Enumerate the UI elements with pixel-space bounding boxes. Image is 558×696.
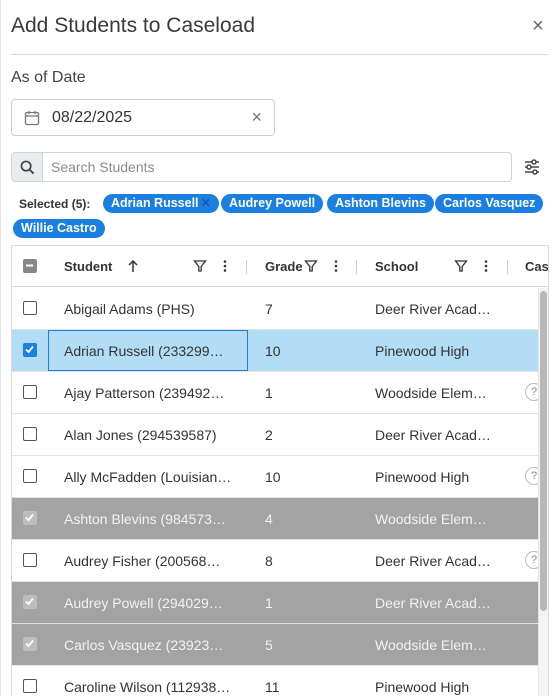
row-checkbox[interactable]	[23, 385, 37, 399]
select-all-checkbox[interactable]	[23, 259, 37, 273]
grid-header: Student Grade School Cas	[12, 246, 548, 287]
chip-label: Adrian Russell	[111, 196, 199, 210]
table-row[interactable]: Audrey Fisher (200568… 8 Deer River Acad…?	[12, 540, 548, 582]
table-row[interactable]: Alan Jones (294539587) 2 Deer River Acad…	[12, 414, 548, 456]
table-row[interactable]: Adrian Russell (233299… 10 Pinewood High	[12, 330, 548, 372]
cell-school: Pinewood High	[375, 469, 470, 485]
cell-grade: 1	[265, 595, 273, 611]
column-header-school[interactable]: School	[375, 259, 418, 274]
cell-school: Woodside Elem…	[375, 637, 487, 653]
column-menu-icon[interactable]	[479, 259, 493, 273]
as-of-date-field[interactable]: 08/22/2025 ×	[11, 99, 275, 136]
row-checkbox	[23, 595, 37, 609]
cell-school: Woodside Elem…	[375, 511, 487, 527]
row-checkbox[interactable]	[23, 553, 37, 567]
cell-student: Alan Jones (294539587)	[64, 427, 217, 443]
column-menu-icon[interactable]	[218, 259, 232, 273]
column-header-student[interactable]: Student	[64, 259, 112, 274]
selected-count-label: Selected (5):	[19, 197, 91, 211]
scrollbar-thumb[interactable]	[540, 291, 547, 611]
vertical-scrollbar[interactable]	[538, 288, 548, 696]
cell-school: Pinewood High	[375, 343, 470, 359]
cell-grade: 11	[265, 679, 280, 695]
clear-date-icon[interactable]: ×	[251, 107, 262, 128]
cell-school: Deer River Acad…	[375, 301, 491, 317]
cell-school: Deer River Acad…	[375, 553, 491, 569]
cell-focus-outline	[48, 330, 248, 371]
search-button[interactable]	[11, 152, 43, 182]
selected-chip[interactable]: Audrey Powell	[221, 194, 324, 213]
row-checkbox	[23, 637, 37, 651]
cell-student: Ashton Blevins (984573…	[64, 511, 226, 527]
chip-remove-icon[interactable]: ✕	[201, 196, 211, 211]
cell-grade: 10	[265, 469, 281, 485]
row-checkbox[interactable]	[23, 301, 37, 315]
table-row[interactable]: Abigail Adams (PHS) 7 Deer River Acad…	[12, 288, 548, 330]
filter-icon[interactable]	[304, 259, 318, 273]
column-separator[interactable]	[246, 260, 247, 274]
cell-student: Caroline Wilson (112938…	[64, 679, 231, 695]
sort-ascending-icon[interactable]	[126, 259, 140, 273]
table-row[interactable]: Audrey Powell (294029… 1 Deer River Acad…	[12, 582, 548, 624]
table-row[interactable]: Carlos Vasquez (23923… 5 Woodside Elem…	[12, 624, 548, 666]
as-of-date-label: As of Date	[11, 69, 86, 86]
title-divider	[11, 54, 548, 55]
calendar-icon[interactable]	[24, 110, 40, 126]
table-row[interactable]: Ashton Blevins (984573… 4 Woodside Elem…	[12, 498, 548, 540]
row-checkbox[interactable]	[23, 679, 37, 693]
column-separator[interactable]	[507, 260, 508, 274]
cell-school: Deer River Acad…	[375, 595, 491, 611]
cell-grade: 1	[265, 385, 273, 401]
cell-student: Ajay Patterson (239492…	[64, 385, 225, 401]
search-input[interactable]	[42, 152, 512, 182]
filter-icon[interactable]	[454, 259, 468, 273]
cell-student: Ally McFadden (Louisian…	[64, 469, 232, 485]
search-icon	[20, 160, 35, 175]
cell-student: Audrey Powell (294029…	[64, 595, 223, 611]
cell-student: Carlos Vasquez (23923…	[64, 637, 224, 653]
selected-chip[interactable]: Ashton Blevins	[327, 194, 434, 213]
students-grid: Student Grade School Cas Abigail Adams (…	[11, 245, 549, 696]
dialog-title: Add Students to Caseload	[11, 14, 256, 37]
cell-grade: 7	[265, 301, 273, 317]
cell-grade: 8	[265, 553, 273, 569]
table-row[interactable]: Ajay Patterson (239492… 1 Woodside Elem…?	[12, 372, 548, 414]
cell-student: Audrey Fisher (200568…	[64, 553, 221, 569]
as-of-date-value[interactable]: 08/22/2025	[52, 109, 132, 127]
column-menu-icon[interactable]	[329, 259, 343, 273]
close-icon[interactable]: ×	[530, 16, 546, 36]
cell-grade: 10	[265, 343, 281, 359]
row-checkbox	[23, 511, 37, 525]
cell-school: Deer River Acad…	[375, 427, 491, 443]
sliders-icon[interactable]	[523, 158, 541, 176]
table-row[interactable]: Ally McFadden (Louisian… 10 Pinewood High?	[12, 456, 548, 498]
selected-chip[interactable]: Carlos Vasquez	[435, 194, 544, 213]
filter-icon[interactable]	[193, 259, 207, 273]
table-row[interactable]: Caroline Wilson (112938… 11 Pinewood High	[12, 666, 548, 696]
row-checkbox[interactable]	[23, 343, 37, 357]
row-checkbox[interactable]	[23, 469, 37, 483]
cell-grade: 2	[265, 427, 273, 443]
cell-school: Pinewood High	[375, 679, 470, 695]
column-header-caseload[interactable]: Cas	[525, 259, 548, 274]
row-checkbox[interactable]	[23, 427, 37, 441]
column-header-grade[interactable]: Grade	[265, 259, 303, 274]
cell-school: Woodside Elem…	[375, 385, 487, 401]
cell-grade: 4	[265, 511, 273, 527]
selected-chip[interactable]: Willie Castro	[13, 219, 105, 238]
cell-student: Abigail Adams (PHS)	[64, 301, 195, 317]
cell-grade: 5	[265, 637, 273, 653]
column-separator[interactable]	[356, 260, 357, 274]
add-students-dialog: Add Students to Caseload × As of Date 08…	[0, 0, 558, 696]
selected-chip[interactable]: Adrian Russell ✕	[103, 194, 220, 213]
